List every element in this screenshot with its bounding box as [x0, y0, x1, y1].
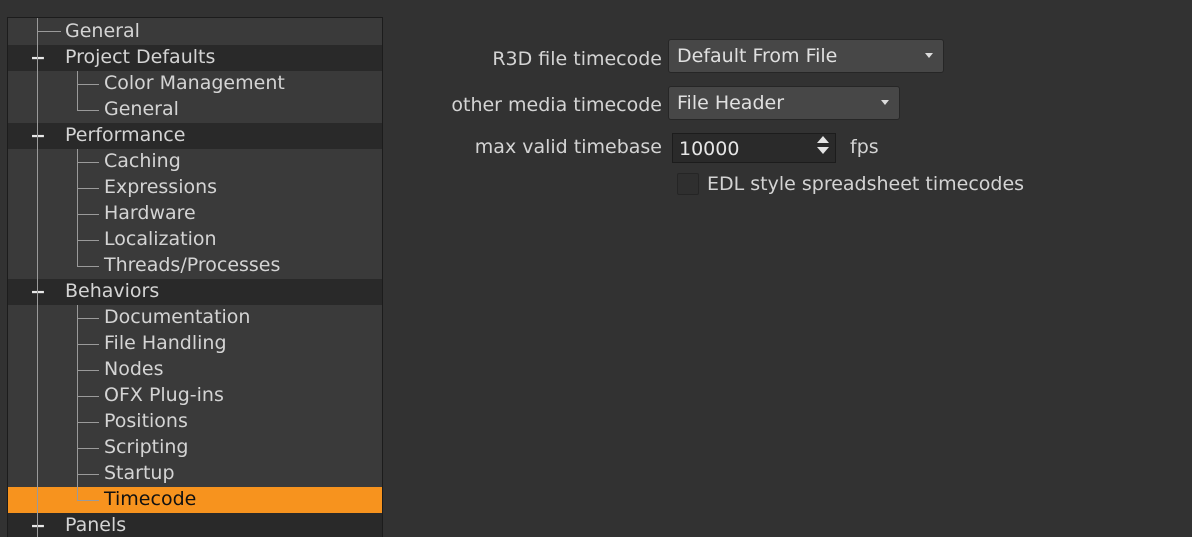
tree-item-label: Hardware [104, 202, 196, 224]
tree-guide-line [77, 188, 99, 189]
max-timebase-input[interactable]: 10000 [672, 133, 836, 163]
tree-item-label: Performance [65, 124, 186, 146]
tree-guide-line [77, 500, 99, 501]
tree-guide-line [77, 266, 99, 267]
tree-item-localization[interactable]: Localization [8, 227, 382, 253]
tree-item-label: Caching [104, 150, 181, 172]
tree-item-startup[interactable]: Startup [8, 461, 382, 487]
tree-item-label: Behaviors [65, 280, 160, 302]
tree-guide-line [77, 149, 78, 266]
tree-item-threads-processes[interactable]: Threads/Processes [8, 253, 382, 279]
timebase-stepper[interactable] [814, 135, 834, 157]
tree-item-label: Timecode [104, 488, 197, 510]
decrement-icon[interactable] [817, 147, 829, 154]
tree-guide-line [77, 305, 78, 500]
tree-guide-line [77, 422, 99, 423]
tree-item-label: General [104, 98, 179, 120]
tree-item-label: Nodes [104, 358, 164, 380]
chevron-down-icon [925, 53, 933, 58]
tree-item-general[interactable]: General [8, 19, 382, 45]
r3d-timecode-dropdown[interactable]: Default From File [668, 39, 944, 73]
tree-item-label: Localization [104, 228, 217, 250]
tree-item-positions[interactable]: Positions [8, 409, 382, 435]
tree-guide-line [77, 318, 99, 319]
edl-timecodes-checkbox[interactable] [677, 173, 699, 195]
tree-item-timecode[interactable]: Timecode [8, 487, 382, 513]
tree-item-color-management[interactable]: Color Management [8, 71, 382, 97]
tree-item-project-defaults[interactable]: −Project Defaults [8, 45, 382, 71]
other-media-timecode-dropdown[interactable]: File Header [668, 86, 900, 120]
tree-item-label: Documentation [104, 306, 251, 328]
tree-item-file-handling[interactable]: File Handling [8, 331, 382, 357]
tree-guide-line [77, 474, 99, 475]
tree-guide-line [77, 240, 99, 241]
tree-item-panels[interactable]: −Panels [8, 513, 382, 537]
preferences-tree: General −Project DefaultsColor Management… [7, 17, 383, 537]
tree-item-label: Positions [104, 410, 188, 432]
tree-guide-line [77, 396, 99, 397]
max-timebase-label: max valid timebase [474, 136, 662, 158]
tree-item-hardware[interactable]: Hardware [8, 201, 382, 227]
max-timebase-value: 10000 [679, 138, 740, 160]
tree-item-general[interactable]: General [8, 97, 382, 123]
tree-item-performance[interactable]: −Performance [8, 123, 382, 149]
tree-guide-line [77, 370, 99, 371]
tree-guide-line [77, 110, 99, 111]
preferences-window: General −Project DefaultsColor Management… [0, 0, 1192, 537]
tree-guide-line [77, 214, 99, 215]
other-media-timecode-value: File Header [677, 92, 785, 114]
tree-item-label: Scripting [104, 436, 189, 458]
tree-guide-line [77, 162, 99, 163]
tree-item-label: Project Defaults [65, 46, 216, 68]
tree-item-documentation[interactable]: Documentation [8, 305, 382, 331]
edl-timecodes-label: EDL style spreadsheet timecodes [707, 173, 1025, 195]
tree-item-caching[interactable]: Caching [8, 149, 382, 175]
tree-item-label: Expressions [104, 176, 218, 198]
tree-item-label: File Handling [104, 332, 227, 354]
tree-guide-line [77, 448, 99, 449]
tree-item-label: Color Management [104, 72, 285, 94]
chevron-down-icon [881, 100, 889, 105]
tree-guide-line [37, 18, 38, 537]
tree-item-behaviors[interactable]: −Behaviors [8, 279, 382, 305]
tree-item-expressions[interactable]: Expressions [8, 175, 382, 201]
tree-guide-line [77, 71, 78, 110]
tree-guide-line [37, 31, 61, 32]
tree-guide-line [77, 344, 99, 345]
r3d-timecode-label: R3D file timecode [492, 48, 662, 70]
tree-item-scripting[interactable]: Scripting [8, 435, 382, 461]
other-media-timecode-label: other media timecode [451, 94, 662, 116]
tree-item-label: Panels [65, 514, 127, 536]
tree-item-label: Threads/Processes [104, 254, 281, 276]
tree-guide-line [77, 84, 99, 85]
tree-item-nodes[interactable]: Nodes [8, 357, 382, 383]
increment-icon[interactable] [817, 136, 829, 143]
r3d-timecode-value: Default From File [677, 45, 838, 67]
tree-item-label: General [65, 20, 140, 42]
fps-unit-label: fps [850, 136, 879, 158]
tree-item-label: Startup [104, 462, 175, 484]
tree-item-label: OFX Plug-ins [104, 384, 224, 406]
tree-item-ofx-plug-ins[interactable]: OFX Plug-ins [8, 383, 382, 409]
